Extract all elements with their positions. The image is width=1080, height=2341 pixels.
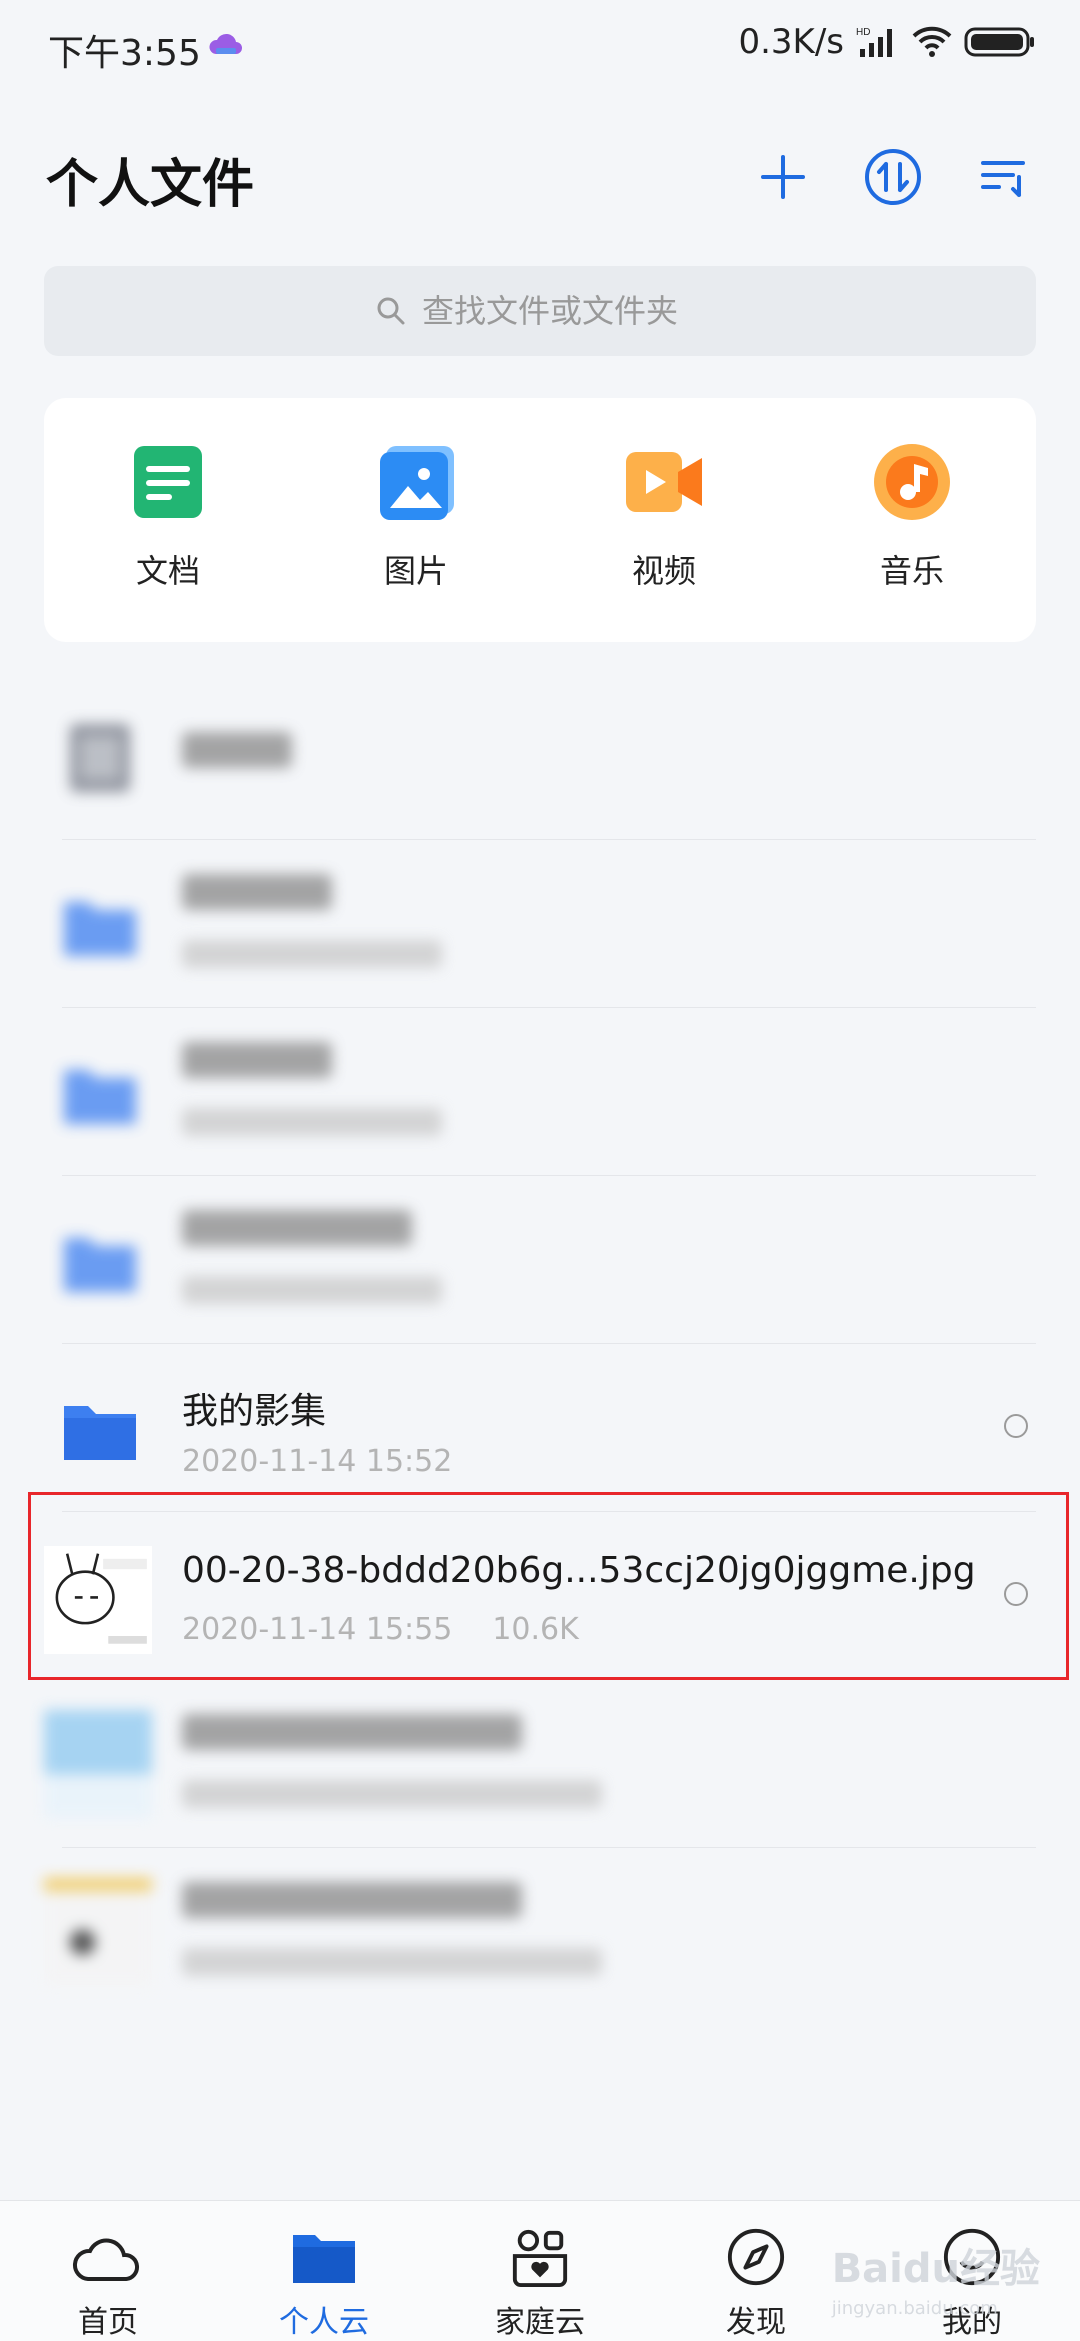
category-label: 音乐 bbox=[879, 552, 944, 590]
sort-icon bbox=[981, 161, 1025, 197]
status-indicators: 0.3K/s HD bbox=[738, 22, 1036, 62]
wifi-icon bbox=[912, 26, 952, 58]
select-radio[interactable] bbox=[1004, 1414, 1028, 1438]
network-speed: 0.3K/s bbox=[738, 22, 844, 62]
category-label: 视频 bbox=[631, 552, 696, 590]
page-header: 个人文件 bbox=[0, 130, 1080, 230]
watermark-sub: jingyan.baidu.com bbox=[831, 2298, 998, 2319]
add-button[interactable] bbox=[748, 142, 818, 212]
nav-personal-cloud[interactable]: 个人云 bbox=[216, 2201, 432, 2341]
family-icon bbox=[512, 2229, 568, 2287]
nav-label: 个人云 bbox=[279, 2305, 369, 2340]
list-item[interactable] bbox=[0, 1008, 1080, 1176]
page-title: 个人文件 bbox=[46, 155, 255, 215]
nav-home[interactable]: 首页 bbox=[0, 2201, 216, 2341]
cloud-icon bbox=[72, 2238, 139, 2281]
folder-icon bbox=[293, 2235, 355, 2283]
category-images[interactable]: 图片 bbox=[292, 398, 540, 642]
cloud-badge-icon bbox=[208, 30, 244, 60]
file-name: 我的影集 bbox=[182, 1391, 327, 1432]
grid-folder-icon bbox=[70, 724, 130, 792]
sort-button[interactable] bbox=[968, 142, 1038, 212]
status-bar: 下午3:55 0.3K/s HD bbox=[0, 0, 1080, 92]
category-music[interactable]: 音乐 bbox=[788, 398, 1036, 642]
search-bar[interactable] bbox=[44, 266, 1036, 356]
nav-label: 发现 bbox=[726, 2305, 786, 2340]
watermark: Baidu经验 jingyan.baidu.com bbox=[832, 2236, 1040, 2319]
category-label: 图片 bbox=[383, 552, 448, 590]
folder-icon bbox=[64, 902, 136, 956]
category-label: 文档 bbox=[135, 552, 200, 590]
transfer-button[interactable] bbox=[858, 142, 928, 212]
nav-label: 首页 bbox=[78, 2305, 138, 2340]
battery-icon bbox=[964, 25, 1036, 59]
signal-icon: HD bbox=[856, 25, 900, 59]
music-icon bbox=[874, 444, 950, 520]
list-item[interactable] bbox=[0, 1848, 1080, 2016]
image-icon bbox=[380, 446, 454, 520]
hd-label: HD bbox=[856, 27, 870, 38]
nav-label: 家庭云 bbox=[495, 2305, 585, 2340]
nav-family-cloud[interactable]: 家庭云 bbox=[432, 2201, 648, 2341]
search-input[interactable] bbox=[420, 291, 704, 331]
transfer-icon bbox=[865, 149, 921, 205]
highlight-box bbox=[28, 1492, 1069, 1680]
folder-icon bbox=[64, 1070, 136, 1124]
video-icon bbox=[626, 452, 702, 512]
list-item[interactable] bbox=[0, 1176, 1080, 1344]
plus-icon bbox=[761, 155, 805, 199]
document-icon bbox=[134, 446, 202, 518]
category-panel: 文档 图片 视频 音乐 bbox=[44, 398, 1036, 642]
category-videos[interactable]: 视频 bbox=[540, 398, 788, 642]
folder-icon bbox=[64, 1406, 136, 1460]
image-thumbnail bbox=[44, 1878, 152, 1986]
file-list: 我的影集 2020-11-14 15:52 00-20-38-bddd20b6g… bbox=[0, 672, 1080, 2016]
category-documents[interactable]: 文档 bbox=[44, 398, 292, 642]
list-item-folder[interactable]: 我的影集 2020-11-14 15:52 bbox=[0, 1344, 1080, 1512]
list-item[interactable] bbox=[0, 1680, 1080, 1848]
status-time: 下午3:55 bbox=[48, 33, 201, 74]
list-item[interactable] bbox=[0, 840, 1080, 1008]
file-date: 2020-11-14 15:52 bbox=[182, 1444, 453, 1479]
folder-icon bbox=[64, 1238, 136, 1292]
image-thumbnail bbox=[44, 1710, 152, 1818]
file-meta: 2020-11-14 15:52 bbox=[182, 1444, 452, 1479]
watermark-text: Baidu经验 bbox=[831, 2246, 1040, 2292]
compass-icon bbox=[727, 2228, 785, 2286]
list-item[interactable] bbox=[0, 672, 1080, 840]
search-icon bbox=[377, 297, 405, 325]
